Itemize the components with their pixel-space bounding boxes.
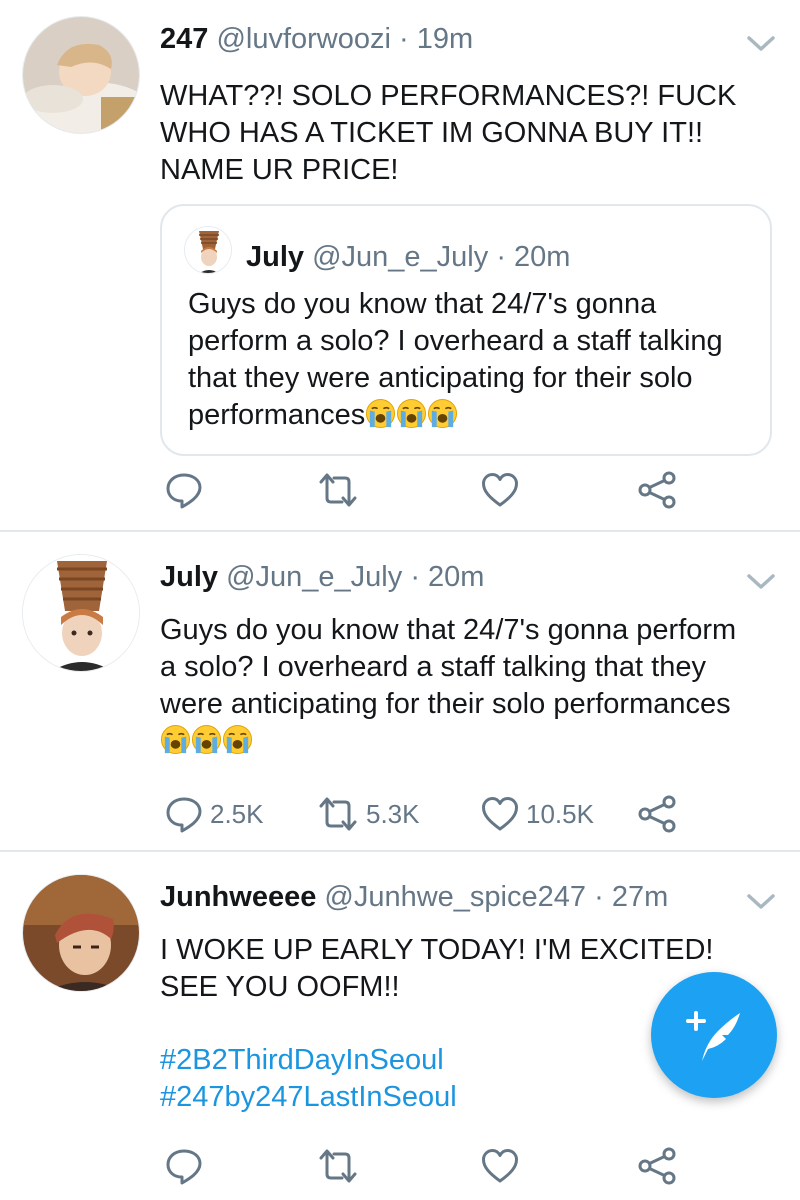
crying-face-icon (160, 724, 191, 755)
share-button[interactable] (636, 468, 680, 512)
share-icon (636, 470, 680, 510)
like-icon (480, 794, 520, 834)
retweet-button[interactable] (316, 468, 360, 512)
reply-button[interactable]: 2.5K (164, 792, 264, 836)
separator: · (496, 241, 506, 273)
share-button[interactable] (636, 1144, 680, 1188)
quoted-display-name: July (246, 241, 305, 273)
tweet-actions: 2.5K 5.3K 10.5K (160, 792, 700, 836)
like-icon (480, 470, 520, 510)
tweet-text: Guys do you know that 24/7's gonna perfo… (160, 612, 760, 760)
tweet-actions (160, 1144, 700, 1188)
share-icon (636, 794, 680, 834)
chevron-down-icon[interactable] (746, 572, 776, 592)
share-icon (636, 1146, 680, 1186)
timestamp[interactable]: 20m (428, 561, 484, 593)
retweet-icon (316, 794, 360, 834)
crying-face-icon (365, 398, 396, 429)
reply-count: 2.5K (210, 798, 264, 829)
tweet[interactable]: 247 @luvforwoozi · 19m WHAT??! SOLO PERF… (0, 0, 800, 530)
crying-face-icon (427, 398, 458, 429)
tweet-text-content: Guys do you know that 24/7's gonna perfo… (160, 614, 737, 720)
separator: · (399, 23, 409, 55)
crying-face-icon (396, 398, 427, 429)
quoted-text: Guys do you know that 24/7's gonna perfo… (188, 286, 750, 434)
tweet-actions (160, 468, 700, 512)
timestamp[interactable]: 19m (417, 23, 473, 55)
display-name[interactable]: July (160, 561, 218, 593)
avatar[interactable] (22, 16, 140, 134)
display-name[interactable]: 247 (160, 23, 208, 55)
tweet-text-line: I WOKE UP EARLY TODAY! I'M EXCITED! (160, 934, 714, 966)
separator: · (410, 561, 420, 593)
retweet-count: 5.3K (366, 798, 420, 829)
quoted-header: July @Jun_e_July · 20m (246, 240, 570, 274)
tweet-header: July @Jun_e_July · 20m (160, 560, 730, 594)
share-button[interactable] (636, 792, 680, 836)
tweet-header: 247 @luvforwoozi · 19m (160, 22, 730, 56)
quoted-avatar (184, 226, 232, 274)
chevron-down-icon[interactable] (746, 34, 776, 54)
quoted-timestamp: 20m (514, 241, 571, 273)
timestamp[interactable]: 27m (612, 881, 668, 913)
hashtag-link[interactable]: #247by247LastInSeoul (160, 1079, 760, 1116)
avatar[interactable] (22, 554, 140, 672)
separator: · (594, 881, 604, 913)
tweet-text: WHAT??! SOLO PERFORMANCES?! FUCK WHO HAS… (160, 80, 737, 186)
quoted-handle: @Jun_e_July (312, 241, 489, 273)
like-icon (480, 1146, 520, 1186)
retweet-icon (316, 1146, 360, 1186)
avatar[interactable] (22, 874, 140, 992)
user-handle[interactable]: @luvforwoozi (216, 23, 391, 55)
compose-tweet-button[interactable] (651, 972, 777, 1098)
reply-icon (164, 794, 204, 834)
reply-button[interactable] (164, 1144, 204, 1188)
tweet-header: Junhweeee @Junhwe_spice247 · 27m (160, 880, 730, 914)
like-button[interactable] (480, 1144, 520, 1188)
compose-tweet-icon (686, 1011, 740, 1061)
reply-button[interactable] (164, 468, 204, 512)
tweet[interactable]: July @Jun_e_July · 20m Guys do you know … (0, 530, 800, 850)
crying-face-icon (222, 724, 253, 755)
timeline: 247 @luvforwoozi · 19m WHAT??! SOLO PERF… (0, 0, 800, 1200)
retweet-icon (316, 470, 360, 510)
user-handle[interactable]: @Junhwe_spice247 (324, 881, 586, 913)
display-name[interactable]: Junhweeee (160, 881, 316, 913)
quoted-tweet[interactable]: July @Jun_e_July · 20m Guys do you know … (160, 204, 772, 456)
user-handle[interactable]: @Jun_e_July (226, 561, 402, 593)
like-button[interactable] (480, 468, 520, 512)
crying-face-icon (191, 724, 222, 755)
retweet-button[interactable] (316, 1144, 360, 1188)
like-button[interactable]: 10.5K (480, 792, 594, 836)
retweet-button[interactable]: 5.3K (316, 792, 420, 836)
like-count: 10.5K (526, 798, 594, 829)
reply-icon (164, 1146, 204, 1186)
reply-icon (164, 470, 204, 510)
chevron-down-icon[interactable] (746, 892, 776, 912)
